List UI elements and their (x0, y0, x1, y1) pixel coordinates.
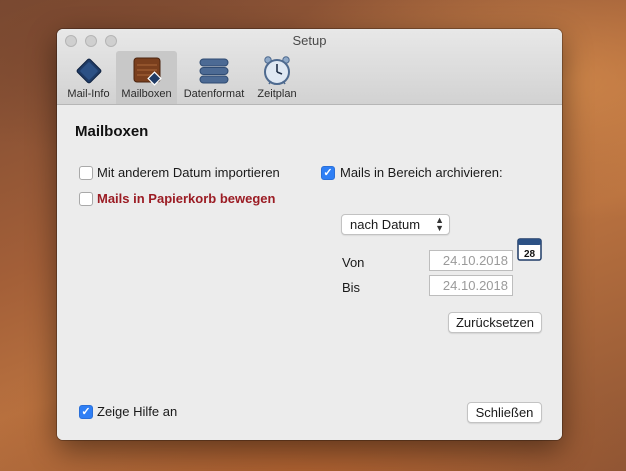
tab-mail-info[interactable]: Mail-Info (61, 51, 116, 104)
tab-datenformat[interactable]: Datenformat (178, 51, 250, 104)
to-label: Bis (342, 280, 361, 295)
clock-icon (264, 56, 290, 85)
calendar-icon[interactable]: 28 (517, 237, 542, 261)
sort-select-value: nach Datum (350, 217, 421, 232)
tab-label: Zeitplan (257, 88, 297, 100)
mailboxen-pane: Mailboxen Mit anderem Datum importieren … (57, 105, 562, 440)
titlebar: Setup Mail-Info Mailboxen Datenformat Ze… (57, 29, 562, 105)
chevron-updown-icon: ▲ ▼ (435, 215, 444, 233)
diamond-icon (76, 58, 101, 84)
tab-label: Mail-Info (67, 88, 110, 100)
setup-window: Setup Mail-Info Mailboxen Datenformat Ze… (57, 29, 562, 440)
tab-label: Datenformat (183, 88, 245, 100)
move-to-trash-label: Mails in Papierkorb bewegen (97, 191, 276, 206)
window-title: Setup (292, 33, 327, 48)
tab-label: Mailboxen (121, 88, 172, 100)
sort-select[interactable]: nach Datum ▲ ▼ (341, 214, 450, 235)
show-help-label: Zeige Hilfe an (97, 404, 178, 419)
tab-zeitplan[interactable]: Zeitplan (250, 51, 304, 104)
import-other-date-label: Mit anderem Datum importieren (97, 165, 280, 180)
move-to-trash-checkbox[interactable] (79, 192, 93, 206)
calendar-day: 28 (524, 249, 536, 260)
close-button[interactable]: Schließen (467, 402, 542, 423)
show-help-checkbox[interactable]: ✓ (79, 405, 93, 419)
reset-button[interactable]: Zurücksetzen (448, 312, 542, 333)
mailbox-icon (133, 57, 162, 86)
archive-in-range-label: Mails in Bereich archivieren: (340, 165, 503, 180)
from-label: Von (342, 255, 365, 270)
database-icon (199, 58, 229, 84)
tab-mailboxen[interactable]: Mailboxen (116, 51, 177, 104)
to-date-field[interactable]: 24.10.2018 (429, 275, 513, 296)
page-title: Mailboxen (75, 123, 149, 140)
import-other-date-checkbox[interactable] (79, 166, 93, 180)
archive-in-range-checkbox[interactable]: ✓ (321, 166, 335, 180)
from-date-field[interactable]: 24.10.2018 (429, 250, 513, 271)
